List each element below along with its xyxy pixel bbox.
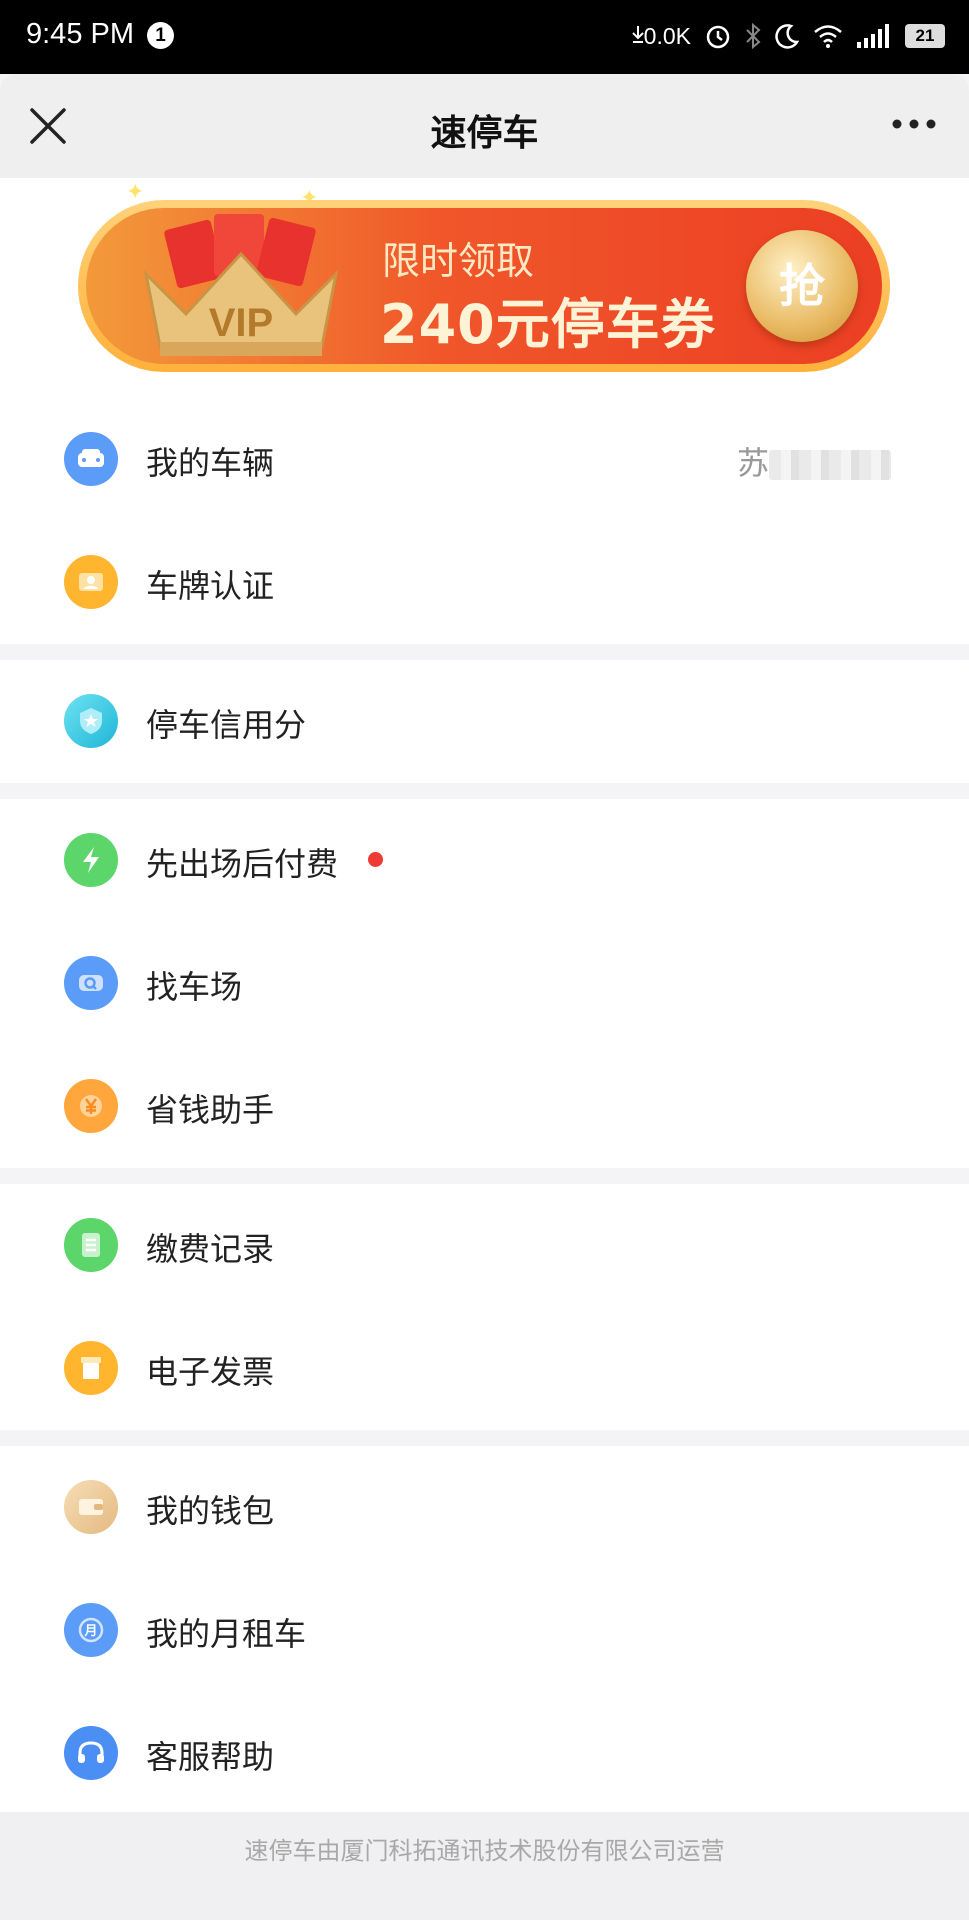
menu-item-savings[interactable]: 省钱助手	[0, 1045, 969, 1168]
section-divider	[0, 644, 969, 660]
status-bar: 9:45 PM 1 0.0K 21	[0, 0, 969, 74]
network-speed-value: 0.0K	[643, 22, 691, 49]
plate-prefix: 苏	[736, 444, 769, 482]
alarm-icon	[706, 25, 730, 49]
menu-list: 我的车辆 苏 车牌认证 停车信用分 先出场后付费 找车场 省钱助手 缴费记录 电…	[0, 398, 969, 1815]
signal-icon	[857, 24, 889, 48]
menu-label: 先出场后付费	[146, 845, 339, 883]
banner-subtitle: 限时领取	[382, 239, 535, 283]
menu-label: 我的月租车	[146, 1615, 307, 1653]
banner-headline: 240元停车券	[380, 293, 716, 356]
month-icon: 月	[64, 1603, 118, 1657]
menu-item-parking-credit[interactable]: 停车信用分	[0, 660, 969, 783]
sparkle-icon: ✦	[126, 180, 145, 205]
menu-label: 车牌认证	[146, 567, 275, 605]
car-icon	[64, 432, 118, 486]
id-card-icon	[64, 555, 118, 609]
promo-banner[interactable]: VIP 限时领取 240元停车券 抢	[78, 200, 890, 372]
menu-label: 我的车辆	[146, 444, 275, 482]
menu-item-e-invoice[interactable]: 电子发票	[0, 1307, 969, 1430]
section-divider	[0, 783, 969, 799]
menu-item-customer-service[interactable]: 客服帮助	[0, 1692, 969, 1815]
footer-operator-note: 速停车由厦门科拓通讯技术股份有限公司运营	[0, 1812, 969, 1920]
headset-icon	[64, 1726, 118, 1780]
menu-item-find-lot[interactable]: 找车场	[0, 922, 969, 1045]
new-dot-badge	[368, 852, 383, 867]
promo-banner-area: ✦ ✦ VIP 限时领取 240元停车券 抢	[0, 178, 969, 398]
menu-label: 省钱助手	[146, 1091, 275, 1129]
vehicle-plate-value: 苏	[737, 438, 891, 484]
wallet-icon	[64, 1480, 118, 1534]
menu-item-pay-later[interactable]: 先出场后付费	[0, 799, 969, 922]
page-title: 速停车	[430, 113, 539, 154]
menu-label: 停车信用分	[146, 706, 307, 744]
menu-label: 找车场	[146, 968, 243, 1006]
moon-icon	[775, 24, 799, 49]
menu-label: 电子发票	[146, 1353, 275, 1391]
network-speed: 0.0K	[631, 22, 691, 50]
nav-bar: 速停车	[0, 74, 969, 178]
menu-label: 缴费记录	[146, 1230, 275, 1268]
download-arrow-icon	[631, 25, 644, 43]
menu-item-plate-auth[interactable]: 车牌认证	[0, 521, 969, 644]
grab-coupon-button[interactable]: 抢	[746, 230, 858, 342]
yuan-coin-icon	[64, 1079, 118, 1133]
menu-item-monthly-rental[interactable]: 月 我的月租车	[0, 1569, 969, 1692]
menu-item-payment-records[interactable]: 缴费记录	[0, 1184, 969, 1307]
month-char: 月	[83, 1624, 97, 1639]
menu-item-my-vehicles[interactable]: 我的车辆 苏	[0, 398, 969, 521]
promo-banner-body: VIP 限时领取 240元停车券 抢	[86, 208, 882, 364]
search-car-icon	[64, 956, 118, 1010]
more-dots-icon	[892, 119, 936, 129]
shield-star-icon	[64, 694, 118, 748]
list-icon	[64, 1218, 118, 1272]
menu-label: 客服帮助	[146, 1738, 275, 1776]
section-divider	[0, 1168, 969, 1184]
menu-label: 我的钱包	[146, 1492, 275, 1530]
notification-badge: 1	[147, 22, 174, 49]
wifi-icon	[814, 25, 842, 48]
battery-indicator: 21	[905, 24, 945, 48]
section-divider	[0, 1430, 969, 1446]
lightning-icon	[64, 833, 118, 887]
vip-text: VIP	[209, 301, 273, 345]
more-button[interactable]	[889, 104, 939, 144]
vip-crown-icon: VIP	[143, 214, 339, 356]
bluetooth-icon	[746, 23, 761, 49]
status-time: 9:45 PM	[26, 18, 134, 50]
menu-item-wallet[interactable]: 我的钱包	[0, 1446, 969, 1569]
mini-program-sheet: 速停车 ✦ ✦ VIP 限时领取 240元停车券 抢 我的车辆 苏 车牌认证 停…	[0, 74, 969, 1920]
status-icons: 0.0K 21	[631, 19, 945, 53]
invoice-icon	[64, 1341, 118, 1395]
plate-blurred	[769, 450, 891, 480]
